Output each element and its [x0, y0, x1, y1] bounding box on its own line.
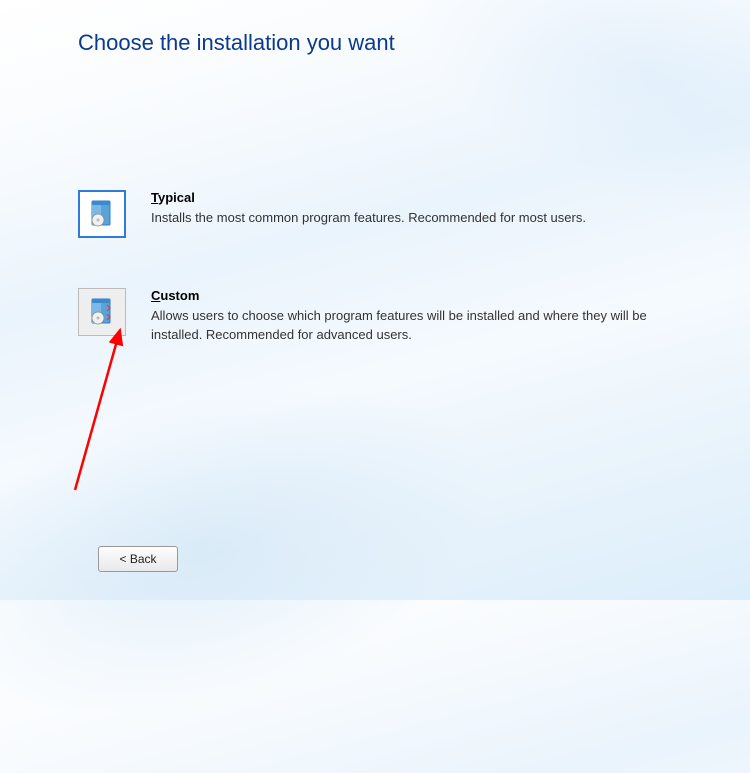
typical-text: Typical Installs the most common program… — [151, 190, 700, 228]
typical-title: Typical — [151, 190, 700, 205]
custom-title: Custom — [151, 288, 700, 303]
page-title: Choose the installation you want — [78, 30, 395, 56]
custom-install-icon — [78, 288, 126, 336]
typical-description: Installs the most common program feature… — [151, 209, 700, 228]
typical-install-icon — [78, 190, 126, 238]
install-options: Typical Installs the most common program… — [78, 190, 700, 395]
custom-description: Allows users to choose which program fea… — [151, 307, 700, 345]
custom-text: Custom Allows users to choose which prog… — [151, 288, 700, 345]
option-custom[interactable]: Custom Allows users to choose which prog… — [78, 288, 700, 345]
option-typical[interactable]: Typical Installs the most common program… — [78, 190, 700, 238]
back-button[interactable]: < Back — [98, 546, 178, 572]
